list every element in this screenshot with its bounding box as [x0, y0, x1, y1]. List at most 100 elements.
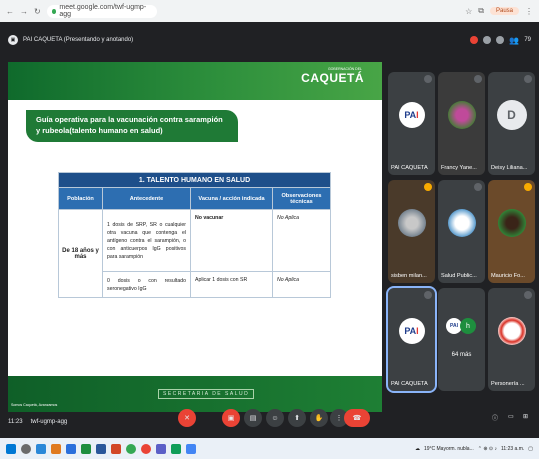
antecedent-cell: 1 dosis de SRP, SR o cualquier otra vacu…	[102, 209, 191, 272]
star-icon[interactable]: ☆	[465, 7, 472, 16]
reload-icon[interactable]: ↻	[34, 7, 41, 16]
captions-button[interactable]: ▤	[244, 409, 262, 427]
raise-hand-button[interactable]: ✋	[310, 409, 328, 427]
address-text: meet.google.com/twf-ugmp-agg	[59, 4, 147, 18]
more-icon: ⋮	[335, 415, 343, 422]
talent-table: 1. TALENTO HUMANO EN SALUD Población Ant…	[58, 172, 331, 298]
clock: 11:23 a.m.	[501, 445, 525, 452]
participant-tile[interactable]: D Deisy Liliana...	[488, 72, 535, 175]
powerpoint-icon[interactable]	[111, 443, 121, 454]
mic-off-icon	[424, 75, 432, 83]
column-header: Observaciones técnicas	[272, 187, 331, 210]
camera-toggle-button[interactable]: ▣	[222, 409, 240, 427]
participant-name: Personería ...	[491, 381, 525, 387]
excel-icon[interactable]	[81, 443, 91, 454]
tray-icons[interactable]: ⌃ ⊕ ⊙ ♪	[478, 446, 497, 452]
menu-icon[interactable]: ⋮	[525, 7, 533, 16]
mic-off-icon: ✕	[184, 415, 190, 422]
emoji-icon: ☺	[271, 414, 279, 422]
present-icon: ⬆	[294, 415, 300, 422]
vaccine-cell: Aplicar 1 dosis con SR	[190, 271, 273, 298]
camera-off-icon: ▣	[227, 415, 235, 422]
column-header: Vacuna / acción indicada	[190, 187, 273, 210]
forward-icon[interactable]: →	[20, 7, 28, 16]
app-icon[interactable]	[66, 443, 76, 454]
antecedent-cell: 0 dosis o con resultado seronegativo IgG	[102, 271, 191, 298]
participant-tile[interactable]: Personería ...	[488, 288, 535, 391]
call-controls: 11:23 twf-ugmp-agg ✕ ▣ ▤ ☺ ⬆ ✋ ⋮ ☎ ⓘ ▭ ⊞	[0, 409, 539, 435]
slide-header-banner: GOBERNACIÓN DEL CAQUETÁ	[8, 62, 382, 100]
captions-icon: ▤	[249, 415, 257, 422]
mic-off-icon	[524, 75, 532, 83]
back-icon[interactable]: ←	[6, 7, 14, 16]
browser-icon[interactable]	[126, 443, 136, 454]
meet-window: ▣ PAI CAQUETA (Presentando y anotando) 👥…	[0, 22, 539, 438]
meeting-code: twf-ugmp-agg	[30, 419, 68, 425]
participant-name: Mauricio Fo...	[491, 273, 525, 279]
participant-tile-active[interactable]: PA I PAI CAQUETA	[386, 286, 437, 393]
search-icon[interactable]	[21, 443, 31, 454]
layout-icon[interactable]	[496, 36, 505, 44]
activities-icon[interactable]: ⊞	[523, 413, 528, 420]
mic-toggle-button[interactable]: ✕	[178, 409, 196, 427]
people-icon[interactable]: 👥	[509, 36, 519, 45]
participant-tile[interactable]: PA I PAI CAQUETA	[388, 72, 435, 175]
participant-photo	[497, 209, 526, 238]
chat-icon[interactable]: ▭	[508, 413, 514, 420]
teams-icon[interactable]	[156, 443, 166, 454]
participant-tile[interactable]: Mauricio Fo...	[488, 180, 535, 283]
mic-off-icon	[524, 183, 532, 191]
app-icon[interactable]	[186, 443, 196, 454]
pai-logo-avatar: PA I	[398, 318, 425, 345]
meeting-time: 11:23	[8, 419, 23, 425]
present-button[interactable]: ⬆	[288, 409, 306, 427]
weather-icon: ☁	[414, 445, 420, 452]
more-count: 64 más	[451, 351, 472, 358]
info-icon[interactable]: ⓘ	[492, 413, 498, 422]
record-icon[interactable]	[470, 36, 479, 44]
presented-slide: GOBERNACIÓN DEL CAQUETÁ Guía operativa p…	[8, 62, 382, 412]
chrome-icon[interactable]	[36, 443, 46, 454]
mic-off-icon	[424, 291, 432, 299]
column-header: Antecedente	[102, 187, 191, 210]
browser-toolbar: ← → ↻ meet.google.com/twf-ugmp-agg ☆ ⧉ P…	[0, 0, 539, 22]
slide-footer-banner: Somos Caquetá, Avanzamos SECRETARIA DE S…	[8, 376, 382, 412]
notifications-icon[interactable]: ▢	[528, 446, 533, 452]
participant-name: PAI CAQUETA	[391, 165, 428, 171]
salud-publica-logo	[447, 209, 476, 238]
browser-icon[interactable]	[141, 443, 151, 454]
start-icon[interactable]	[6, 443, 16, 454]
column-header: Población	[58, 187, 103, 210]
letter-avatar: D	[496, 100, 527, 131]
word-icon[interactable]	[96, 443, 106, 454]
app-icon[interactable]	[171, 443, 181, 454]
participant-name: Deisy Liliana...	[491, 165, 528, 171]
table-row: De 18 años y más 1 dosis de SRP, SR o cu…	[58, 209, 331, 298]
meet-header: ▣ PAI CAQUETA (Presentando y anotando) 👥…	[0, 22, 539, 58]
hangup-icon: ☎	[352, 415, 362, 422]
footer-slogan: Somos Caquetá, Avanzamos	[11, 403, 58, 407]
participant-name: Francy Yane...	[441, 165, 477, 171]
pai-logo-avatar: PA I	[398, 102, 425, 129]
windows-taskbar: ☁ 19°C Mayorm. nubla... ⌃ ⊕ ⊙ ♪ 11:23 a.…	[0, 438, 539, 459]
presenter-title: PAI CAQUETA (Presentando y anotando)	[23, 37, 134, 43]
guide-title: Guía operativa para la vacunación contra…	[26, 110, 238, 142]
pin-icon[interactable]	[483, 36, 492, 44]
participant-tile[interactable]: Salud Public...	[438, 180, 485, 283]
more-participants-tile[interactable]: PAI h 64 más	[438, 288, 485, 391]
participant-name: sisben milan...	[391, 273, 427, 279]
participant-tile[interactable]: Francy Yane...	[438, 72, 485, 175]
extensions-icon[interactable]: ⧉	[478, 6, 484, 16]
folder-icon[interactable]	[51, 443, 61, 454]
observations-cell: No Aplica	[272, 271, 331, 298]
leave-call-button[interactable]: ☎	[344, 409, 370, 427]
vaccine-cell: No vacunar	[190, 209, 273, 272]
profile-pause-badge[interactable]: Pausa	[489, 7, 519, 15]
participant-photo	[447, 101, 476, 130]
emoji-button[interactable]: ☺	[266, 409, 284, 427]
participant-name: Salud Public...	[441, 273, 477, 279]
observations-cell: No Aplica	[272, 209, 331, 272]
participant-tile[interactable]: sisben milan...	[388, 180, 435, 283]
hand-icon: ✋	[314, 415, 324, 422]
address-bar[interactable]: meet.google.com/twf-ugmp-agg	[46, 4, 157, 18]
